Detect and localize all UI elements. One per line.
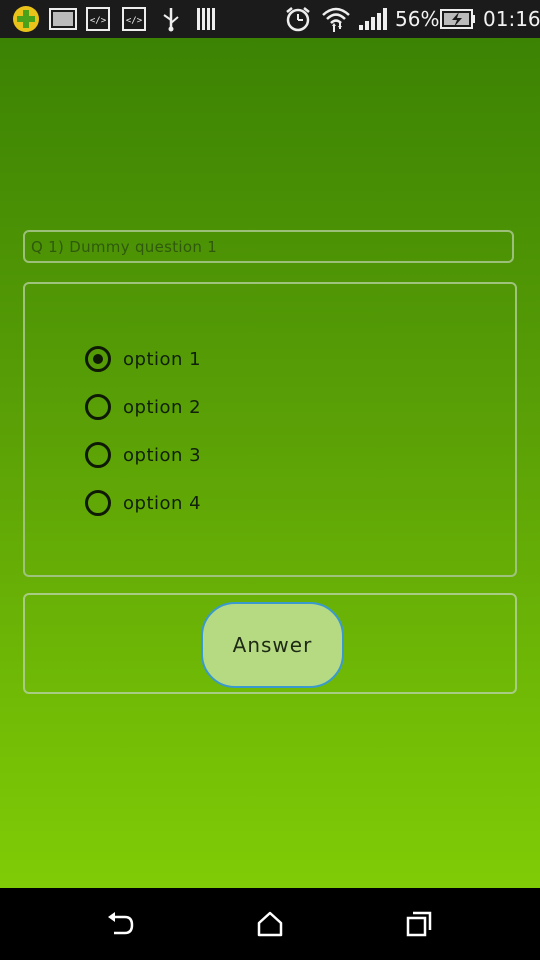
quiz-screen: Q 1) Dummy question 1 option 1 option 2 …	[0, 38, 540, 888]
question-text: Q 1) Dummy question 1	[31, 237, 218, 256]
answer-button[interactable]: Answer	[201, 602, 344, 688]
option-1-radio[interactable]: option 1	[85, 343, 201, 375]
option-4-radio[interactable]: option 4	[85, 487, 201, 519]
radio-checked-icon	[85, 346, 111, 372]
alarm-icon	[284, 6, 312, 32]
code-notification-icon: </>	[122, 6, 146, 32]
radio-unchecked-icon	[85, 490, 111, 516]
navigation-bar	[0, 888, 540, 960]
plus-badge-icon	[12, 6, 40, 32]
option-label: option 1	[123, 348, 202, 370]
back-icon[interactable]	[100, 908, 140, 940]
option-label: option 2	[123, 396, 202, 418]
barcode-icon	[196, 6, 218, 32]
battery-percent: 56%	[395, 7, 440, 31]
svg-text:</>: </>	[90, 16, 107, 26]
option-label: option 4	[123, 492, 202, 514]
wifi-icon	[320, 6, 352, 32]
signal-icon	[358, 6, 388, 32]
recents-icon[interactable]	[399, 908, 439, 940]
battery-charging-icon	[440, 6, 476, 32]
question-field: Q 1) Dummy question 1	[23, 230, 514, 263]
radio-unchecked-icon	[85, 442, 111, 468]
options-group: option 1 option 2 option 3 option 4	[23, 282, 517, 577]
answer-container: Answer	[23, 593, 517, 694]
svg-text:</>: </>	[126, 16, 143, 26]
home-icon[interactable]	[250, 908, 290, 940]
radio-unchecked-icon	[85, 394, 111, 420]
clock: 01:16	[483, 7, 540, 31]
code-notification-icon: </>	[86, 6, 110, 32]
usb-icon	[160, 6, 182, 32]
image-notification-icon	[49, 6, 77, 32]
status-bar: </> </> 56% 01:16	[0, 0, 540, 38]
option-label: option 3	[123, 444, 202, 466]
option-3-radio[interactable]: option 3	[85, 439, 201, 471]
option-2-radio[interactable]: option 2	[85, 391, 201, 423]
